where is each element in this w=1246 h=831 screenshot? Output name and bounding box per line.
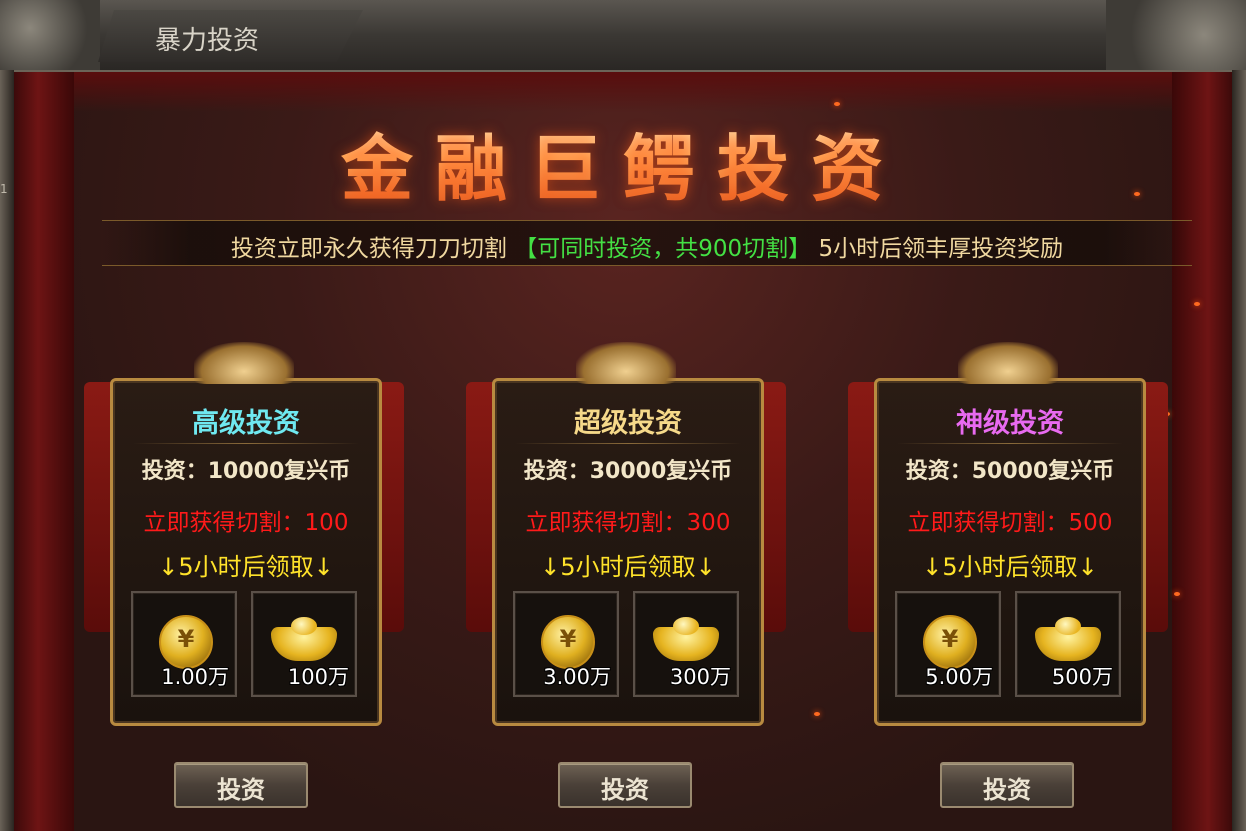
claim-note: ↓5小时后领取↓ [922,553,1098,581]
frame-right [1232,70,1246,831]
reward-amount: 100万 [287,665,349,689]
dragon-ornament-left [0,0,100,70]
info-banner: 投资立即永久获得刀刀切割 【可同时投资，共900切割】 5小时后领丰厚投资奖励 [102,220,1192,266]
reward-slot-ingot[interactable]: 300万 [633,591,739,697]
ornament-crest [194,342,294,384]
gold-ingot-icon [271,617,337,661]
ornament-crest [958,342,1058,384]
invest-button-super[interactable]: 投资 [558,762,692,808]
reward-amount: 5.00万 [925,665,993,689]
banner-text-highlight: 【可同时投资，共900切割】 [514,236,812,262]
invest-button-label: 投资 [601,776,649,804]
invest-amount: 投资：30000复兴币 [523,459,733,484]
claim-note: ↓5小时后领取↓ [540,553,716,581]
ember-spark [1194,302,1200,306]
reward-slot-ingot[interactable]: 100万 [251,591,357,697]
main-title: 金融巨鳄投资 [14,110,1232,215]
invest-button-divine[interactable]: 投资 [940,762,1074,808]
reward-amount: 1.00万 [161,665,229,689]
investment-panel: 金融巨鳄投资 投资立即永久获得刀刀切割 【可同时投资，共900切割】 5小时后领… [14,72,1232,831]
invest-amount: 投资：50000复兴币 [905,459,1115,484]
ember-spark [1174,592,1180,596]
card-title: 超级投资 [574,408,682,439]
card-frame: 高级投资 投资：10000复兴币 立即获得切割：100 ↓5小时后领取↓ 1.0… [110,378,382,726]
cut-reward: 立即获得切割：300 [525,510,731,536]
reward-slot-ingot[interactable]: 500万 [1015,591,1121,697]
card-frame: 神级投资 投资：50000复兴币 立即获得切割：500 ↓5小时后领取↓ 5.0… [874,378,1146,726]
reward-slot-coin[interactable]: 5.00万 [895,591,1001,697]
cut-reward: 立即获得切割：500 [907,510,1113,536]
side-label-1: 1 [0,182,8,196]
ember-spark [834,102,840,106]
reward-amount: 300万 [669,665,731,689]
banner-text-part1: 投资立即永久获得刀刀切割 [230,236,507,262]
card-frame: 超级投资 投资：30000复兴币 立即获得切割：300 ↓5小时后领取↓ 3.0… [492,378,764,726]
card-title: 高级投资 [192,408,300,439]
card-title: 神级投资 [956,408,1064,439]
banner-text-part3: 5小时后领丰厚投资奖励 [818,236,1064,262]
reward-slot-coin[interactable]: 1.00万 [131,591,237,697]
banner-text: 投资立即永久获得刀刀切割 【可同时投资，共900切割】 5小时后领丰厚投资奖励 [102,229,1192,263]
reward-slot-coin[interactable]: 3.00万 [513,591,619,697]
divider [133,443,359,444]
dragon-ornament-right [1106,0,1246,70]
invest-button-label: 投资 [217,776,265,804]
window-title: 暴力投资 [155,26,260,56]
cut-reward: 立即获得切割：100 [143,510,349,536]
invest-button-label: 投资 [983,776,1031,804]
gold-ingot-icon [1035,617,1101,661]
investment-card-super: 超级投资 投资：30000复兴币 立即获得切割：300 ↓5小时后领取↓ 3.0… [466,342,786,726]
curtain-valance [14,72,1232,112]
ember-spark [814,712,820,716]
reward-amount: 3.00万 [543,665,611,689]
reward-amount: 500万 [1051,665,1113,689]
divider [515,443,741,444]
title-bar: 暴力投资 [0,0,1246,72]
investment-card-advanced: 高级投资 投资：10000复兴币 立即获得切割：100 ↓5小时后领取↓ 1.0… [84,342,404,726]
invest-amount: 投资：10000复兴币 [141,459,351,484]
claim-note: ↓5小时后领取↓ [158,553,334,581]
divider [897,443,1123,444]
invest-button-advanced[interactable]: 投资 [174,762,308,808]
ornament-crest [576,342,676,384]
gold-ingot-icon [653,617,719,661]
investment-card-divine: 神级投资 投资：50000复兴币 立即获得切割：500 ↓5小时后领取↓ 5.0… [848,342,1168,726]
